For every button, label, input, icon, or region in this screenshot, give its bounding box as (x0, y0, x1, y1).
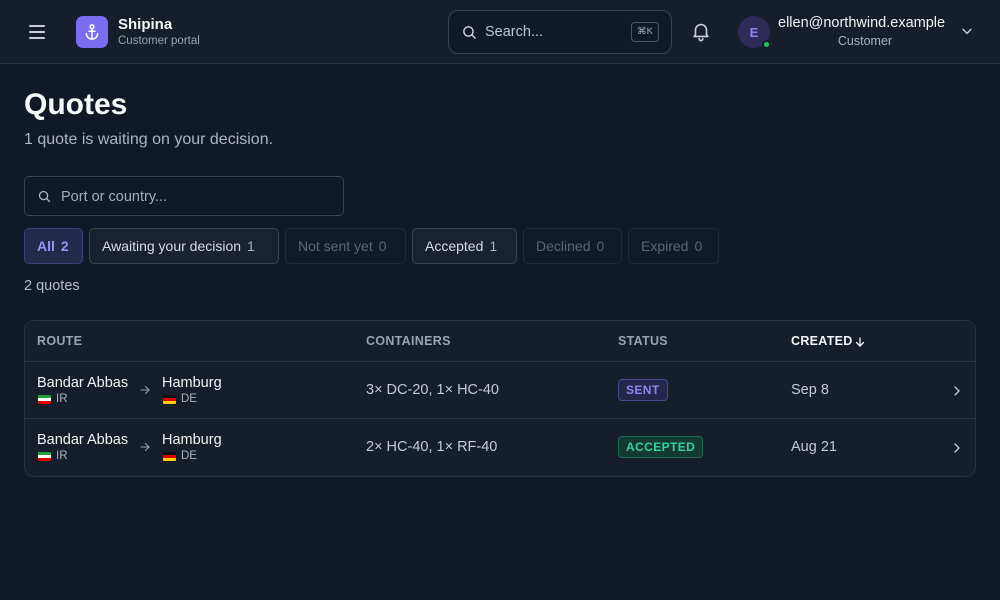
destination-country: DE (163, 450, 197, 462)
shortcut-badge: ⌘K (631, 22, 659, 42)
chip-count: 0 (378, 238, 387, 254)
chip-label: Declined (536, 238, 591, 254)
column-header-containers[interactable]: CONTAINERS (366, 334, 451, 348)
filter-chip-awaiting[interactable]: Awaiting your decision 1 (89, 228, 279, 264)
user-role: Customer (837, 34, 893, 48)
search-icon (37, 189, 52, 209)
created-date: Aug 21 (791, 439, 837, 455)
table-row[interactable]: Bandar Abbas IR Hamburg DE 3× DC-20, 1× … (25, 362, 975, 419)
origin-port: Bandar Abbas (37, 375, 129, 391)
chip-count: 0 (694, 238, 703, 254)
chip-count: 0 (596, 238, 605, 254)
table-row[interactable]: Bandar Abbas IR Hamburg DE 2× HC-40, 1× … (25, 420, 975, 476)
page-subtitle: 1 quote is waiting on your decision. (24, 131, 274, 148)
arrow-right-icon (139, 383, 151, 401)
chip-label: Accepted (425, 238, 484, 254)
filter-placeholder: Port or country... (61, 189, 168, 205)
filter-chip-expired[interactable]: Expired 0 (628, 228, 719, 264)
column-header-status[interactable]: STATUS (618, 334, 668, 348)
quotes-table: ROUTE CONTAINERS STATUS CREATED Bandar A… (24, 320, 976, 477)
origin-country: IR (38, 393, 68, 405)
bell-icon[interactable] (690, 20, 714, 44)
chip-count: 2 (60, 238, 69, 254)
destination-country: DE (163, 393, 197, 405)
table-header: ROUTE CONTAINERS STATUS CREATED (25, 321, 975, 362)
destination-country-code: DE (181, 393, 197, 405)
anchor-icon[interactable] (76, 16, 108, 48)
containers-cell: 2× HC-40, 1× RF-40 (366, 439, 498, 455)
arrow-down-icon[interactable] (854, 335, 866, 353)
filter-chip-declined[interactable]: Declined 0 (523, 228, 622, 264)
origin-port: Bandar Abbas (37, 432, 129, 448)
germany-flag-icon (163, 451, 176, 461)
search-icon (461, 24, 478, 46)
chevron-right-icon[interactable] (951, 384, 963, 402)
created-date: Sep 8 (791, 382, 829, 398)
status-badge: SENT (618, 379, 668, 401)
filter-chip-not-sent[interactable]: Not sent yet 0 (285, 228, 406, 264)
chevron-down-icon[interactable] (960, 24, 974, 43)
port-filter-input[interactable]: Port or country... (24, 176, 344, 216)
filter-chip-accepted[interactable]: Accepted 1 (412, 228, 517, 264)
destination-port: Hamburg (162, 375, 222, 391)
app-subtitle: Customer portal (118, 35, 200, 47)
iran-flag-icon (38, 451, 51, 461)
origin-country-code: IR (56, 393, 68, 405)
chevron-right-icon[interactable] (951, 441, 963, 459)
page-title: Quotes (24, 88, 128, 121)
iran-flag-icon (38, 394, 51, 404)
chip-count: 1 (247, 238, 255, 254)
column-header-created[interactable]: CREATED (791, 334, 853, 348)
chip-label: Expired (641, 238, 689, 254)
global-search-input[interactable]: Search... ⌘K (448, 10, 672, 54)
origin-country: IR (38, 450, 68, 462)
search-placeholder: Search... (485, 24, 544, 40)
chip-label: Awaiting your decision (102, 238, 242, 254)
containers-cell: 3× DC-20, 1× HC-40 (366, 382, 499, 398)
filter-chip-all[interactable]: All 2 (24, 228, 83, 264)
result-count: 2 quotes (24, 278, 80, 294)
destination-country-code: DE (181, 450, 197, 462)
chip-label: Not sent yet (298, 238, 373, 254)
user-email[interactable]: ellen@northwind.example (778, 15, 945, 31)
arrow-right-icon (139, 440, 151, 458)
online-status-dot (762, 40, 771, 49)
column-header-route[interactable]: ROUTE (37, 334, 82, 348)
app-name[interactable]: Shipina (118, 16, 172, 33)
menu-icon[interactable] (26, 20, 50, 44)
chip-label: All (37, 238, 55, 254)
status-badge: ACCEPTED (618, 436, 704, 458)
germany-flag-icon (163, 394, 176, 404)
chip-count: 1 (489, 238, 498, 254)
top-bar: Shipina Customer portal Search... ⌘K E e… (0, 0, 1000, 64)
destination-port: Hamburg (162, 432, 222, 448)
origin-country-code: IR (56, 450, 68, 462)
